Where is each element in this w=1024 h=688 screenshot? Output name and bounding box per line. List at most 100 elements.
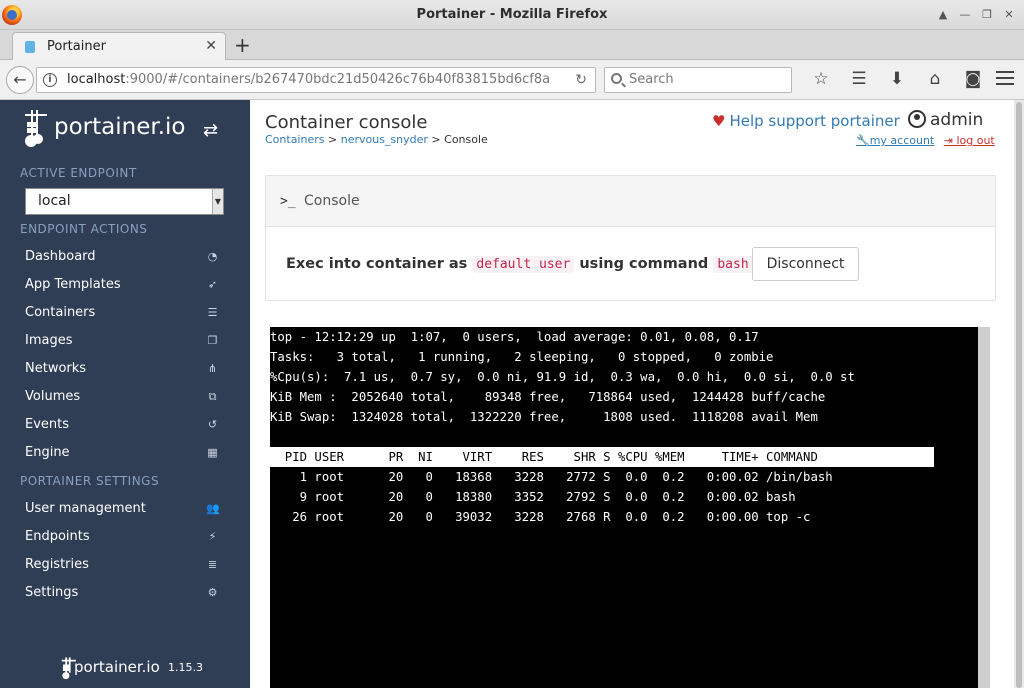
close-window-icon[interactable]: ✕ [1000,7,1018,23]
sidebar-item-label: User management [25,501,146,516]
clone-icon: ❐ [207,334,218,347]
server-icon: ☰ [207,306,218,319]
portainer-settings-heading: PORTAINER SETTINGS [20,474,160,488]
bookmark-star-icon[interactable]: ☆ [802,68,840,90]
restore-icon[interactable]: ❐ [978,7,996,23]
sidebar-item-label: Engine [25,445,70,460]
url-text[interactable]: localhost:9000/#/containers/b267470bdc21… [67,72,567,87]
sidebar-item-engine[interactable]: Engine ▦ [0,439,250,467]
sidebar-item-label: Endpoints [25,529,90,544]
sidebar-item-registries[interactable]: Registries ≣ [0,551,250,579]
breadcrumb: Containers > nervous_snyder > Console [265,133,488,146]
terminal-output[interactable]: top - 12:12:29 up 1:07, 0 users, load av… [270,327,978,688]
sidebar-item-endpoints[interactable]: Endpoints ⚡ [0,523,250,551]
process-row: 26 root 20 0 39032 3228 2768 R 0.0 0.2 0… [270,510,811,524]
endpoint-actions-heading: ENDPOINT ACTIONS [20,222,148,236]
window-title: Portainer - Mozilla Firefox [416,7,608,22]
endpoint-select[interactable]: local ▼ [25,188,224,215]
breadcrumb-current: Console [444,133,488,146]
user-menu: admin [908,110,983,130]
active-endpoint-heading: ACTIVE ENDPOINT [20,166,137,180]
sidebar-item-settings[interactable]: Settings ⚙ [0,579,250,607]
sidebar-item-label: Registries [25,557,89,572]
scrollbar-thumb[interactable] [1016,102,1022,688]
terminal-line: KiB Mem : 2052640 total, 89348 free, 718… [270,390,826,404]
reload-icon[interactable]: ↻ [575,72,587,88]
sidebar-item-user-management[interactable]: User management 👥 [0,495,250,523]
portainer-logo-icon [25,110,47,147]
log-out-link[interactable]: ⇥ log out [944,134,995,147]
select-caret-icon: ▼ [212,189,223,214]
endpoint-select-value: local [38,193,71,209]
sidebar-item-label: Events [25,417,70,432]
sidebar-item-networks[interactable]: Networks ⋔ [0,355,250,383]
url-bar[interactable]: i localhost:9000/#/containers/b267470bdc… [36,67,596,93]
info-icon[interactable]: i [43,73,57,87]
cubes-icon: ⧉ [208,390,217,403]
help-support-link[interactable]: ♥ Help support portainer [712,112,900,130]
back-arrow-icon[interactable]: ← [6,66,34,94]
my-account-link[interactable]: 🔧my account [856,134,934,147]
tab-bar: Portainer ✕ + [0,30,1024,60]
sidebar-item-images[interactable]: Images ❐ [0,327,250,355]
terminal-line: Tasks: 3 total, 1 running, 2 sleeping, 0… [270,350,774,364]
window-controls: ▲ — ❐ ✕ [934,7,1018,23]
sidebar-item-containers[interactable]: Containers ☰ [0,299,250,327]
sidebar-item-dashboard[interactable]: Dashboard ◔ [0,243,250,271]
console-widget-header: >_ Console [266,176,995,227]
exchange-icon[interactable]: ⇄ [203,120,218,141]
cogs-icon: ⚙ [207,586,218,599]
sidebar-item-label: Images [25,333,73,348]
breadcrumb-separator: > [324,133,341,146]
sidebar-item-label: Settings [25,585,79,600]
home-icon[interactable]: ⌂ [916,68,954,90]
terminal-scrollbar[interactable] [978,327,990,688]
window-up-icon[interactable]: ▲ [934,7,952,23]
terminal-line: KiB Swap: 1324028 total, 1322220 free, 1… [270,410,818,424]
exec-command-value: bash [713,256,753,273]
close-tab-icon[interactable]: ✕ [205,38,217,54]
sidebar-item-label: Networks [25,361,87,376]
minimize-icon[interactable]: — [956,7,974,23]
console-widget: >_ Console Exec into container as defaul… [265,175,996,301]
terminal-line: %Cpu(s): 7.1 us, 0.7 sy, 0.0 ni, 91.9 id… [270,370,855,384]
disconnect-button[interactable]: Disconnect [752,247,859,281]
users-icon: 👥 [206,502,220,515]
sidebar-item-events[interactable]: Events ↺ [0,411,250,439]
pocket-icon[interactable]: ◙ [954,68,992,90]
account-links: 🔧my account ⇥ log out [856,134,995,147]
sidebar-item-label: Volumes [25,389,81,404]
footer-brand: portainer.io [74,658,160,676]
search-placeholder: Search [629,72,674,87]
page-title: Container console [265,112,428,133]
wrench-icon: 🔧 [856,134,870,147]
process-table-header: PID USER PR NI VIRT RES SHR S %CPU %MEM … [270,447,934,467]
toolbar-icons: ☆ ☰ ⬇ ⌂ ◙ [802,68,992,90]
tab-title: Portainer [47,39,106,54]
search-input[interactable]: Search [604,67,792,93]
window-titlebar: Portainer - Mozilla Firefox ▲ — ❐ ✕ [0,0,1024,30]
sidebar-item-app-templates[interactable]: App Templates ➶ [0,271,250,299]
browser-tab[interactable]: Portainer ✕ [12,32,226,60]
breadcrumb-separator: > [427,133,445,146]
page-scrollbar[interactable] [1014,100,1024,688]
exec-description: Exec into container as default user usin… [286,256,753,273]
breadcrumb-container-link[interactable]: nervous_snyder [341,133,428,146]
sidebar-item-label: Dashboard [25,249,96,264]
main-content: Container console Containers > nervous_s… [250,100,1014,688]
sidebar-item-volumes[interactable]: Volumes ⧉ [0,383,250,411]
navigation-toolbar: ← i localhost:9000/#/containers/b267470b… [0,60,1024,100]
sidebar-item-label: App Templates [25,277,121,292]
rocket-icon: ➶ [207,278,218,291]
console-widget-title: Console [304,193,360,209]
hamburger-menu-icon[interactable] [996,71,1014,89]
new-tab-icon[interactable]: + [234,33,251,57]
portainer-favicon-icon [25,41,35,53]
breadcrumb-containers-link[interactable]: Containers [265,133,325,146]
reading-list-icon[interactable]: ☰ [840,68,878,90]
search-icon [611,73,622,84]
dashboard-icon: ◔ [207,250,218,263]
terminal-icon: >_ [280,194,296,209]
download-icon[interactable]: ⬇ [878,68,916,90]
sign-out-icon: ⇥ [943,134,953,147]
